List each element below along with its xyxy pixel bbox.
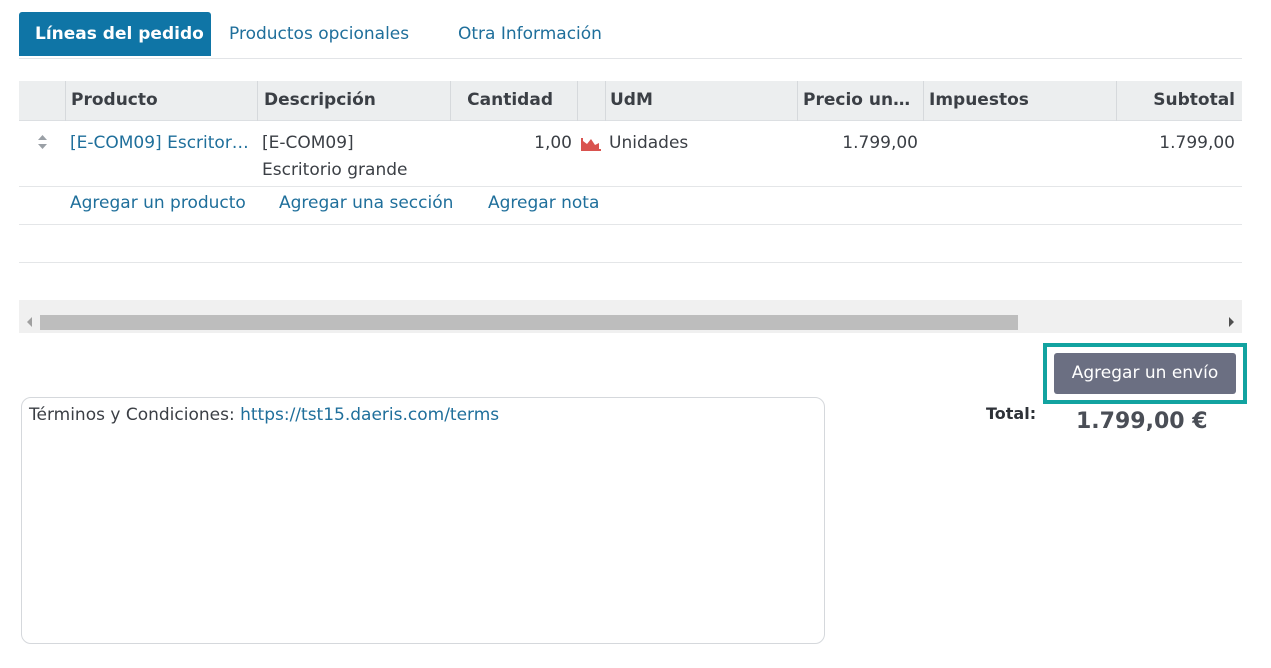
header-product[interactable]: Producto xyxy=(71,81,256,121)
column-separator xyxy=(1116,81,1117,121)
terms-label: Términos y Condiciones: xyxy=(29,405,241,425)
total-label: Total: xyxy=(986,404,1037,423)
description-cell[interactable]: [E-COM09] Escritorio grande xyxy=(262,130,407,184)
scrollbar-thumb[interactable] xyxy=(40,315,1018,330)
order-lines-table: Producto Descripción Cantidad UdM Precio… xyxy=(19,81,1242,263)
horizontal-scrollbar[interactable] xyxy=(19,300,1242,333)
product-link[interactable]: [E-COM09] Escritor… xyxy=(70,130,249,157)
terms-link[interactable]: https://tst15.daeris.com/terms xyxy=(240,405,499,425)
header-taxes[interactable]: Impuestos xyxy=(929,81,1109,121)
tab-other-info[interactable]: Otra Información xyxy=(458,12,602,56)
column-separator xyxy=(65,81,66,121)
column-separator xyxy=(257,81,258,121)
add-section-link[interactable]: Agregar una sección xyxy=(279,193,453,213)
scroll-left-arrow-icon[interactable] xyxy=(27,317,32,327)
description-line: [E-COM09] xyxy=(262,133,354,153)
table-header: Producto Descripción Cantidad UdM Precio… xyxy=(19,81,1242,121)
subtotal-cell: 1.799,00 xyxy=(1159,133,1235,153)
header-uom[interactable]: UdM xyxy=(610,81,790,121)
column-separator xyxy=(605,81,606,121)
header-description[interactable]: Descripción xyxy=(264,81,449,121)
column-separator xyxy=(577,81,578,121)
uom-cell[interactable]: Unidades xyxy=(609,130,688,157)
header-unit-price[interactable]: Precio unit… xyxy=(803,81,915,121)
forecast-chart-icon[interactable] xyxy=(581,136,602,155)
add-product-link[interactable]: Agregar un producto xyxy=(70,193,246,213)
column-separator xyxy=(923,81,924,121)
unit-price-cell[interactable]: 1.799,00 xyxy=(799,130,918,157)
add-line-row: Agregar un producto Agregar una sección … xyxy=(19,187,1242,225)
header-quantity[interactable]: Cantidad xyxy=(451,81,553,121)
description-line: Escritorio grande xyxy=(262,160,408,180)
add-note-link[interactable]: Agregar nota xyxy=(488,193,599,213)
terms-note-field[interactable]: Términos y Condiciones: https://tst15.da… xyxy=(21,397,825,644)
sort-handle-icon[interactable] xyxy=(37,134,48,154)
quantity-cell[interactable]: 1,00 xyxy=(489,130,572,157)
total-amount: 1.799,00 € xyxy=(1076,409,1208,434)
empty-row xyxy=(19,225,1242,263)
column-separator xyxy=(797,81,798,121)
notebook-tabs: Líneas del pedido Productos opcionales O… xyxy=(19,12,1242,59)
header-subtotal[interactable]: Subtotal xyxy=(1119,81,1235,121)
tab-optional-products[interactable]: Productos opcionales xyxy=(229,12,409,56)
tab-order-lines[interactable]: Líneas del pedido xyxy=(19,12,211,56)
scroll-right-arrow-icon[interactable] xyxy=(1229,317,1234,327)
add-shipping-button[interactable]: Agregar un envío xyxy=(1054,353,1236,394)
table-row[interactable]: [E-COM09] Escritor… [E-COM09] Escritorio… xyxy=(19,121,1242,187)
